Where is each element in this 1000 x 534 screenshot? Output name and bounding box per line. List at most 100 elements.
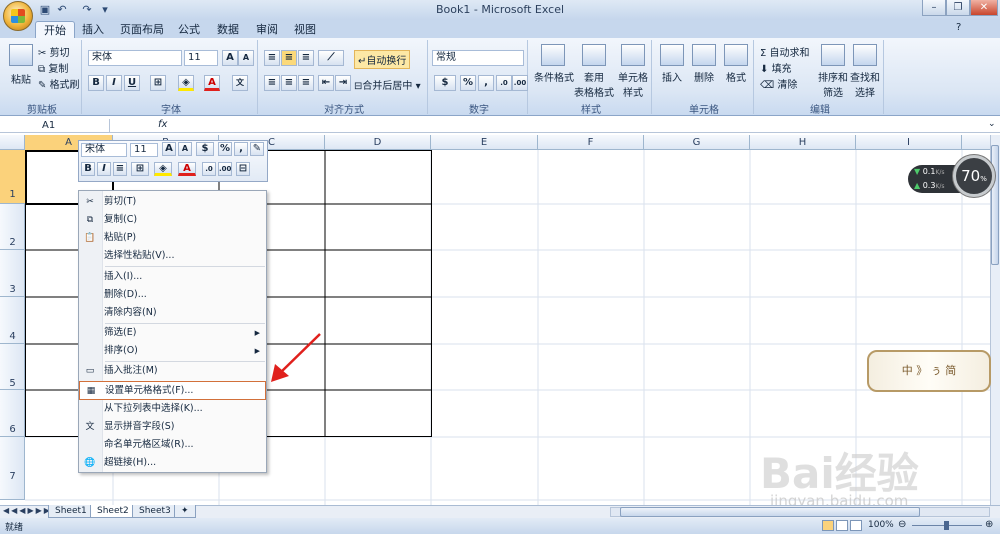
cell-styles-button[interactable]: 单元格 样式 <box>616 44 650 99</box>
fill-color-icon[interactable]: ◈ <box>178 75 194 91</box>
align-top-icon[interactable]: ≡ <box>264 50 280 66</box>
sort-filter-button[interactable]: 排序和 筛选 <box>818 44 848 99</box>
phonetic-icon[interactable]: 文 <box>232 75 248 91</box>
fill-button[interactable]: ⬇ 填充 <box>760 60 792 75</box>
row-header-7[interactable]: 7 <box>0 437 25 500</box>
mini-center-icon[interactable]: ≡ <box>113 162 127 176</box>
mini-decrease-decimal-icon[interactable]: .00 <box>218 162 232 176</box>
memory-usage-gauge[interactable]: 70% <box>953 155 995 197</box>
name-box[interactable]: A1 <box>2 119 110 132</box>
tab-review[interactable]: 审阅 <box>248 21 286 38</box>
tab-view[interactable]: 视图 <box>286 21 324 38</box>
network-monitor-widget[interactable]: ▼ 0.1K/s ▲ 0.3K/s 70% <box>908 155 996 199</box>
row-header-1[interactable]: 1 <box>0 150 25 204</box>
align-left-icon[interactable]: ≡ <box>264 75 280 91</box>
column-header-i[interactable]: I <box>856 135 962 150</box>
increase-indent-icon[interactable]: ⇥ <box>335 75 351 91</box>
underline-button[interactable]: U <box>124 75 140 91</box>
menu-item-sort[interactable]: 排序(O) ▶ <box>79 342 266 360</box>
mini-percent-icon[interactable]: % <box>218 142 232 156</box>
clear-button[interactable]: ⌫ 清除 <box>760 76 797 91</box>
sheet-tab-sheet3[interactable]: Sheet3 <box>132 505 178 518</box>
office-button[interactable] <box>3 1 33 31</box>
page-break-view-icon[interactable] <box>850 520 862 531</box>
insert-cells-button[interactable]: 插入 <box>658 44 686 84</box>
mini-font-color-icon[interactable]: A <box>178 162 196 176</box>
tab-home[interactable]: 开始 <box>35 21 75 38</box>
format-painter-button[interactable]: ✎ 格式刷 <box>38 76 80 91</box>
menu-item-cut[interactable]: ✂ 剪切(T) <box>79 193 266 211</box>
column-header-f[interactable]: F <box>538 135 644 150</box>
zoom-level[interactable]: 100% <box>868 520 894 530</box>
mini-borders-icon[interactable]: ⊞ <box>131 162 149 176</box>
conditional-format-button[interactable]: 条件格式 <box>534 44 574 84</box>
row-header-3[interactable]: 3 <box>0 250 25 297</box>
paste-button[interactable]: 粘贴 <box>8 44 34 86</box>
mini-merge-icon[interactable]: ⊟ <box>236 162 250 176</box>
menu-item-pick-from-list[interactable]: 从下拉列表中选择(K)... <box>79 400 266 418</box>
menu-item-delete[interactable]: 删除(D)... <box>79 286 266 304</box>
column-header-e[interactable]: E <box>431 135 538 150</box>
zoom-in-icon[interactable]: ⊕ <box>985 519 993 530</box>
copy-button[interactable]: ⧉ 复制 <box>38 60 68 75</box>
number-format-select[interactable]: 常规 <box>432 50 524 66</box>
horizontal-scroll-thumb[interactable] <box>620 507 920 517</box>
column-header-d[interactable]: D <box>325 135 431 150</box>
shrink-font-icon[interactable]: A <box>238 50 254 66</box>
zoom-slider-thumb[interactable] <box>944 521 949 530</box>
font-color-icon[interactable]: A <box>204 75 220 91</box>
menu-item-show-phonetic[interactable]: 文显示拼音字段(S) <box>79 418 266 436</box>
sheet-nav-icon[interactable]: ◀◀◀▶▶▶ <box>3 506 52 515</box>
mini-increase-decimal-icon[interactable]: .0 <box>202 162 216 176</box>
ime-toolbar[interactable]: 中 》 ぅ 简 <box>867 350 991 392</box>
font-size-select[interactable]: 11 <box>184 50 218 66</box>
comma-icon[interactable]: , <box>478 75 494 91</box>
sheet-tab-sheet1[interactable]: Sheet1 <box>48 505 94 518</box>
row-header-6[interactable]: 6 <box>0 390 25 437</box>
autosum-button[interactable]: Σ 自动求和 <box>760 44 810 59</box>
bold-button[interactable]: B <box>88 75 104 91</box>
menu-item-paste-special[interactable]: 选择性粘贴(V)... <box>79 247 266 265</box>
merge-center-button[interactable]: ⊟合并后居中 ▾ <box>354 77 421 92</box>
mini-size-select[interactable]: 11 <box>130 143 158 157</box>
close-icon[interactable]: ✕ <box>970 0 998 16</box>
percent-icon[interactable]: % <box>460 75 476 91</box>
insert-function-icon[interactable]: fx <box>158 119 174 130</box>
menu-item-clear-contents[interactable]: 清除内容(N) <box>79 304 266 322</box>
menu-item-format-cells[interactable]: ▦ 设置单元格格式(F)... <box>79 381 266 400</box>
mini-shrink-font-icon[interactable]: A <box>178 142 192 156</box>
increase-decimal-icon[interactable]: .0 <box>496 75 512 91</box>
column-header-g[interactable]: G <box>644 135 750 150</box>
row-header-4[interactable]: 4 <box>0 297 25 344</box>
align-right-icon[interactable]: ≡ <box>298 75 314 91</box>
mini-currency-icon[interactable]: $ <box>196 142 214 156</box>
menu-item-insert-comment[interactable]: ▭ 插入批注(M) <box>79 362 266 380</box>
tab-page-layout[interactable]: 页面布局 <box>112 21 172 38</box>
tab-insert[interactable]: 插入 <box>74 21 112 38</box>
italic-button[interactable]: I <box>106 75 122 91</box>
decrease-indent-icon[interactable]: ⇤ <box>318 75 334 91</box>
menu-item-define-name[interactable]: 命名单元格区域(R)... <box>79 436 266 454</box>
mini-grow-font-icon[interactable]: A <box>162 142 176 156</box>
restore-icon[interactable]: ❐ <box>946 0 970 16</box>
currency-icon[interactable]: $ <box>434 75 456 91</box>
find-select-button[interactable]: 查找和 选择 <box>850 44 880 99</box>
insert-sheet-icon[interactable]: ✦ <box>174 505 196 518</box>
wrap-text-button[interactable]: ↵自动换行 <box>354 50 411 69</box>
normal-view-icon[interactable] <box>822 520 834 531</box>
menu-item-insert[interactable]: 插入(I)... <box>79 268 266 286</box>
mini-format-painter-icon[interactable]: ✎ <box>250 142 264 156</box>
menu-item-filter[interactable]: 筛选(E) ▶ <box>79 324 266 342</box>
menu-item-hyperlink[interactable]: 🌐 超链接(H)... <box>79 454 266 472</box>
select-all-corner[interactable] <box>0 135 25 150</box>
mini-bold-button[interactable]: B <box>81 162 95 176</box>
font-name-select[interactable]: 宋体 <box>88 50 182 66</box>
row-header-2[interactable]: 2 <box>0 204 25 250</box>
column-header-h[interactable]: H <box>750 135 856 150</box>
align-center-icon[interactable]: ≡ <box>281 75 297 91</box>
align-middle-icon[interactable]: ≡ <box>281 50 297 66</box>
align-bottom-icon[interactable]: ≡ <box>298 50 314 66</box>
mini-fill-color-icon[interactable]: ◈ <box>154 162 172 176</box>
row-header-5[interactable]: 5 <box>0 344 25 390</box>
format-cells-button[interactable]: 格式 <box>722 44 750 84</box>
